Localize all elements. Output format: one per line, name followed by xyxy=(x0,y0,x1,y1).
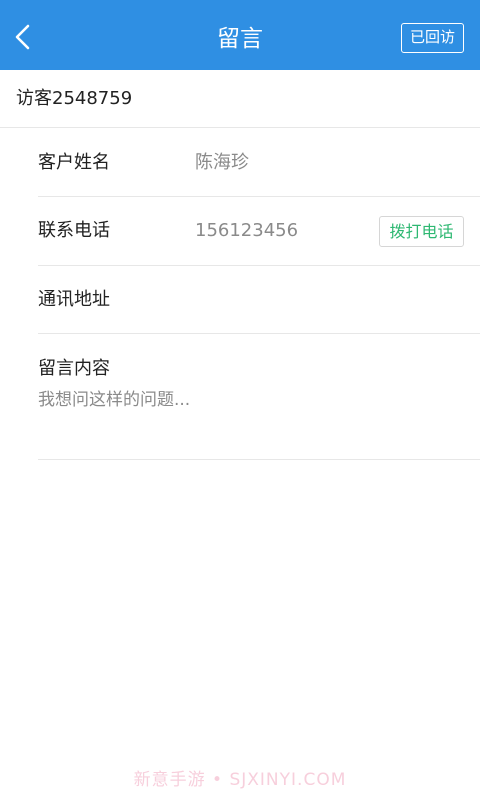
phone-value: 156123456 xyxy=(195,220,299,241)
phone-row: 联系电话 156123456 拨打电话 xyxy=(38,197,480,266)
watermark: 新意手游 • SJXINYI.COM xyxy=(133,770,347,790)
customer-name-value: 陈海珍 xyxy=(195,152,249,173)
message-label: 留言内容 xyxy=(38,358,110,379)
message-row: 留言内容 我想问这样的问题... xyxy=(38,334,480,460)
address-label: 通讯地址 xyxy=(38,289,110,310)
visitor-name: 访客2548759 xyxy=(0,70,480,128)
call-button[interactable]: 拨打电话 xyxy=(379,216,464,247)
customer-name-row: 客户姓名 陈海珍 xyxy=(38,129,480,197)
customer-name-label: 客户姓名 xyxy=(38,152,110,173)
phone-label: 联系电话 xyxy=(38,220,110,241)
visited-button[interactable]: 已回访 xyxy=(401,23,464,53)
address-row: 通讯地址 xyxy=(38,266,480,334)
app-header: 留言 已回访 xyxy=(0,0,480,70)
message-content: 我想问这样的问题... xyxy=(38,390,191,410)
